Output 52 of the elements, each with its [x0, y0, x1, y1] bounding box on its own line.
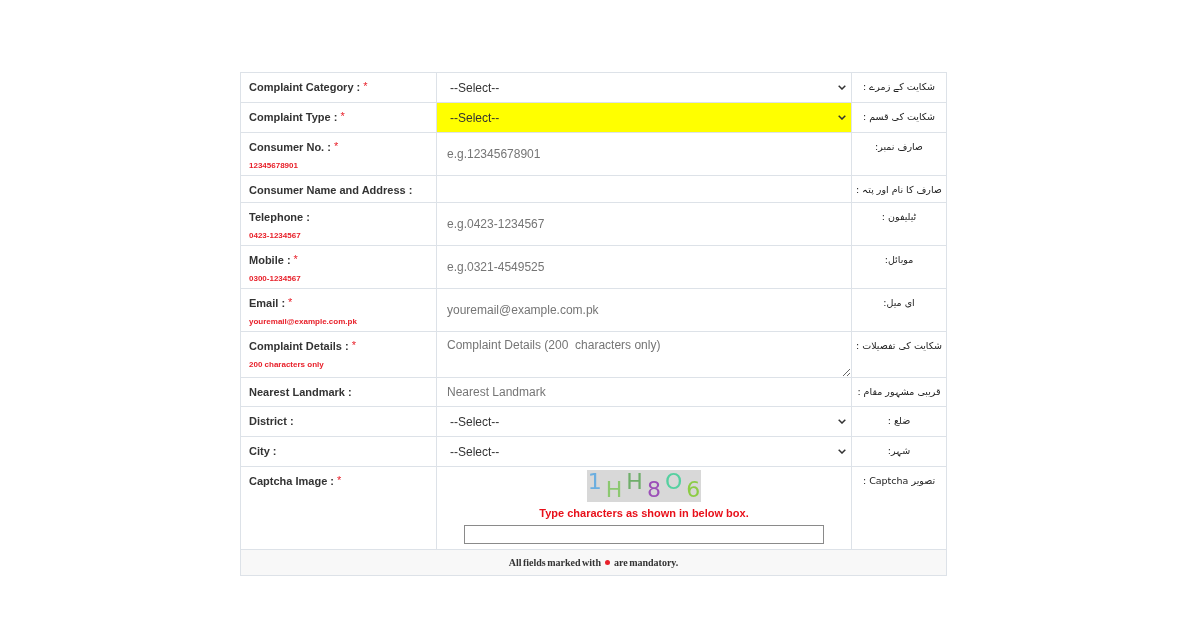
chevron-down-icon [838, 115, 846, 120]
format-hint: youremail@example.com.pk [249, 317, 357, 327]
field-label: Nearest Landmark : [249, 385, 352, 400]
required-asterisk: * [333, 139, 339, 153]
chevron-down-icon [838, 419, 846, 424]
urdu-label: صارف کا نام اور پتہ : [856, 183, 942, 197]
footer-note: All fields marked with [508, 557, 601, 568]
field-label: Email : [249, 296, 286, 311]
chevron-down-icon [838, 449, 846, 454]
format-hint: 0300-1234567 [249, 274, 301, 284]
footer-note: are mandatory. [613, 557, 679, 568]
urdu-label: ای میل: [883, 296, 915, 310]
urdu-label: ضلع : [887, 414, 911, 428]
urdu-label: شکایت کی قسم : [862, 110, 936, 125]
required-asterisk: * [293, 252, 298, 266]
field-label: Complaint Category : [249, 80, 361, 95]
field-label: District : [249, 414, 294, 429]
field-label: Complaint Type : [249, 110, 338, 125]
field-label: City : [249, 444, 277, 459]
field-label: Telephone : [249, 210, 310, 225]
required-asterisk: * [288, 295, 293, 309]
urdu-label: شکایت کی تفصیلات : [856, 339, 942, 353]
captcha-answer-field[interactable] [464, 525, 824, 544]
format-hint: 0423-1234567 [249, 231, 301, 241]
captcha-character: 8 [646, 478, 661, 502]
format-hint: 200 characters only [249, 360, 324, 370]
urdu-label: شہر: [887, 444, 911, 459]
required-asterisk: * [351, 338, 356, 352]
urdu-label: تصویر Captcha : [862, 474, 936, 488]
urdu-label: صارف نمبر: [875, 140, 923, 154]
urdu-label: شکایت کے زمرے : [863, 80, 935, 94]
required-asterisk: * [340, 109, 345, 123]
required-dot-icon [604, 560, 610, 565]
select-dropdown[interactable]: --Select-- [437, 103, 851, 132]
chevron-down-icon [838, 85, 846, 90]
field-label: Captcha Image : [249, 474, 334, 489]
captcha-character: 1 [587, 470, 602, 494]
field-label: Consumer Name and Address : [249, 183, 413, 198]
captcha-character: O [664, 470, 683, 494]
urdu-label: موبائل: [884, 253, 914, 267]
captcha-character: H [626, 470, 643, 494]
field-label: Complaint Details : [249, 339, 349, 354]
required-asterisk: * [363, 79, 368, 93]
required-asterisk: * [336, 473, 342, 487]
captcha-instruction: Type characters as shown in below box. [539, 506, 749, 521]
field-label: Mobile : [249, 253, 291, 268]
captcha-character: 6 [686, 478, 701, 502]
field-label: Consumer No. : [249, 140, 331, 155]
urdu-label: قریبی مشہور مقام : [857, 385, 941, 400]
urdu-label: ٹیلیفون : [881, 210, 917, 224]
format-hint: 12345678901 [249, 161, 298, 171]
captcha-character: H [605, 478, 623, 502]
